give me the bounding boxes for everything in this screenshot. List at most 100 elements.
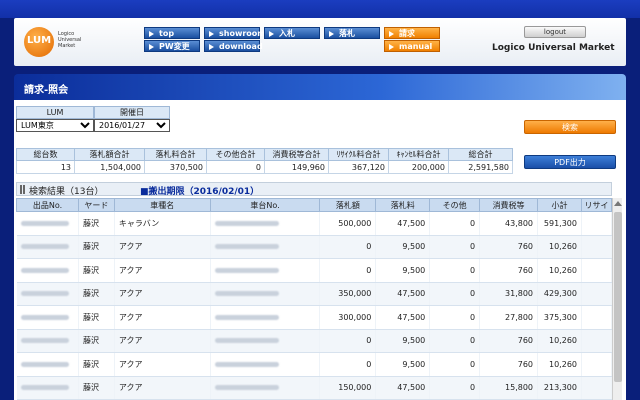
table-cell-subtotal: 213,300 xyxy=(537,376,582,400)
table-cell-tax: 760 xyxy=(479,352,539,377)
redacted-text xyxy=(214,220,279,226)
table-cell-fee: 9,500 xyxy=(375,235,431,259)
table-row[interactable]: 藤沢 アクア 350,000 47,500 0 31,800 429,300 xyxy=(16,282,612,306)
logo[interactable]: LUM Logico Universal Market xyxy=(24,24,114,60)
col-header[interactable]: 消費税等 xyxy=(479,198,539,212)
col-header[interactable]: 落札料 xyxy=(375,198,431,212)
totals-header: 消費税等合計 xyxy=(264,148,329,161)
redacted-text xyxy=(214,338,279,344)
content-panel: LUM 開催日 LUM東京 2016/01/27 検索 総台数 落札額合計 落札… xyxy=(14,100,626,400)
table-cell-model: アクア xyxy=(114,282,211,306)
redacted-cell xyxy=(16,211,79,236)
redacted-text xyxy=(20,338,69,344)
table-cell-tax: 760 xyxy=(479,235,539,259)
totals-header: 落札料合計 xyxy=(144,148,207,161)
logo-mark: LUM xyxy=(24,27,54,57)
grip-icon xyxy=(20,185,25,194)
table-cell-model: アクア xyxy=(114,258,211,283)
table-cell-bid: 500,000 xyxy=(319,211,377,236)
search-button[interactable]: 検索 xyxy=(524,120,616,134)
table-cell-model: アクア xyxy=(114,352,211,377)
table-cell-yard: 藤沢 xyxy=(78,305,115,330)
table-cell-fee: 47,500 xyxy=(375,282,431,306)
table-cell-bid: 0 xyxy=(319,329,377,353)
scroll-up-icon[interactable] xyxy=(614,201,622,206)
redacted-text xyxy=(214,267,279,273)
nav-pw-change[interactable]: PW変更 xyxy=(144,40,200,52)
table-row[interactable]: 藤沢 アクア 300,000 47,500 0 27,800 375,300 xyxy=(16,305,612,330)
table-cell-fee: 47,500 xyxy=(375,211,431,236)
table-cell-tax: 43,800 xyxy=(479,211,539,236)
col-header[interactable]: その他 xyxy=(429,198,481,212)
totals-value: 149,960 xyxy=(264,160,329,174)
table-cell-yard: 藤沢 xyxy=(78,282,115,306)
table-row[interactable]: 藤沢 キャラバン 500,000 47,500 0 43,800 591,300 xyxy=(16,211,612,236)
results-table: 出品No. ヤード 車種名 車台No. 落札額 落札料 その他 消費税等 小計 … xyxy=(16,198,612,400)
col-header[interactable]: 車台No. xyxy=(209,198,321,212)
table-cell xyxy=(581,352,612,377)
table-row[interactable]: 藤沢 アクア 0 9,500 0 760 10,260 xyxy=(16,352,612,377)
table-cell-other: 0 xyxy=(429,376,481,400)
scroll-thumb[interactable] xyxy=(614,212,622,382)
table-cell-model: キャラバン xyxy=(114,211,211,236)
nav-top[interactable]: top xyxy=(144,27,200,39)
col-header[interactable]: 落札額 xyxy=(319,198,377,212)
redacted-cell xyxy=(210,258,321,283)
table-cell-subtotal: 10,260 xyxy=(537,352,582,377)
results-header: 検索結果（13台） ■搬出期限（2016/02/01） xyxy=(16,182,612,197)
pdf-export-button[interactable]: PDF出力 xyxy=(524,155,616,169)
vertical-scrollbar[interactable] xyxy=(612,198,622,400)
table-cell-model: アクア xyxy=(114,376,211,400)
totals-header: 総合計 xyxy=(448,148,513,161)
table-row[interactable]: 藤沢 アクア 0 9,500 0 760 10,260 xyxy=(16,235,612,259)
date-select[interactable]: 2016/01/27 xyxy=(94,119,170,132)
table-cell-other: 0 xyxy=(429,282,481,306)
table-cell xyxy=(581,211,612,236)
nav-download[interactable]: download xyxy=(204,40,263,52)
redacted-cell xyxy=(210,211,321,236)
redacted-cell xyxy=(16,329,79,353)
nav-billing[interactable]: 請求 xyxy=(384,27,440,39)
table-cell-subtotal: 10,260 xyxy=(537,258,582,283)
table-cell xyxy=(581,258,612,283)
table-cell-fee: 9,500 xyxy=(375,352,431,377)
col-header[interactable]: リサイ xyxy=(581,198,612,212)
table-cell-bid: 0 xyxy=(319,258,377,283)
redacted-text xyxy=(214,361,279,367)
table-row[interactable]: 藤沢 アクア 0 9,500 0 760 10,260 xyxy=(16,329,612,353)
totals-header: その他合計 xyxy=(206,148,265,161)
table-cell-other: 0 xyxy=(429,258,481,283)
col-header[interactable]: ヤード xyxy=(77,198,115,212)
nav-manual[interactable]: manual xyxy=(384,40,440,52)
nav-showroom[interactable]: showroom xyxy=(204,27,266,39)
table-cell xyxy=(581,329,612,353)
logo-text: Logico Universal Market xyxy=(58,31,82,49)
redacted-text xyxy=(20,314,69,320)
totals-value: 1,504,000 xyxy=(74,160,145,174)
totals-header: 落札額合計 xyxy=(74,148,145,161)
col-header[interactable]: 出品No. xyxy=(16,198,79,212)
table-cell-bid: 300,000 xyxy=(319,305,377,330)
nav-won[interactable]: 落札 xyxy=(324,27,380,39)
redacted-cell xyxy=(16,258,79,283)
nav-bid[interactable]: 入札 xyxy=(264,27,320,39)
redacted-cell xyxy=(210,305,321,330)
table-row[interactable]: 藤沢 アクア 0 9,500 0 760 10,260 xyxy=(16,258,612,283)
redacted-cell xyxy=(16,305,79,330)
table-row[interactable]: 藤沢 アクア 150,000 47,500 0 15,800 213,300 xyxy=(16,376,612,400)
totals-value: 13 xyxy=(16,160,75,174)
lum-select[interactable]: LUM東京 xyxy=(16,119,94,132)
col-header[interactable]: 小計 xyxy=(537,198,582,212)
redacted-text xyxy=(20,244,69,250)
redacted-text xyxy=(20,220,69,226)
redacted-cell xyxy=(16,376,79,400)
table-cell-yard: 藤沢 xyxy=(78,329,115,353)
table-cell-tax: 31,800 xyxy=(479,282,539,306)
table-cell-tax: 15,800 xyxy=(479,376,539,400)
redacted-text xyxy=(20,385,69,391)
col-header[interactable]: 車種名 xyxy=(113,198,211,212)
redacted-cell xyxy=(210,352,321,377)
redacted-cell xyxy=(16,282,79,306)
table-cell-other: 0 xyxy=(429,235,481,259)
logout-button[interactable]: logout xyxy=(524,26,586,38)
